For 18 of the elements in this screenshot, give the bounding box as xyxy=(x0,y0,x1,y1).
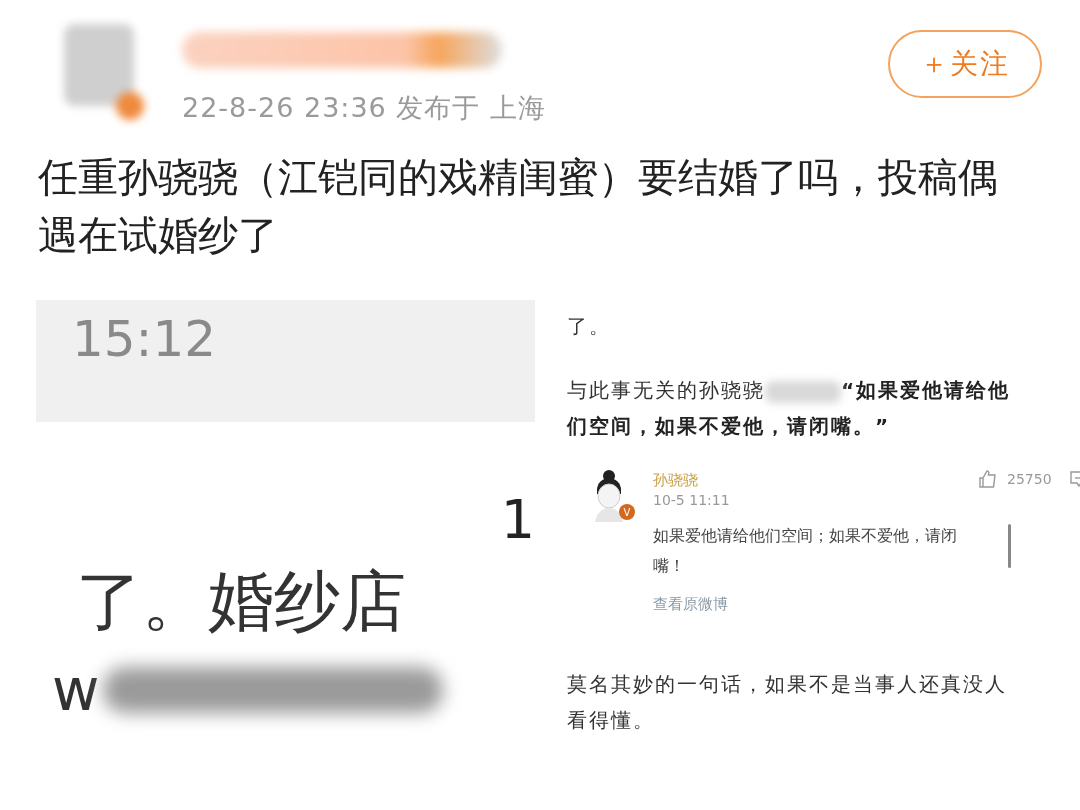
thumbs-up-icon[interactable] xyxy=(979,470,997,488)
paragraph: 莫名其妙的一句话，如果不是当事人还真没人看得懂。 xyxy=(567,671,1008,734)
follow-button[interactable]: ＋关注 xyxy=(888,30,1042,98)
like-count: 25750 xyxy=(1007,471,1052,487)
letter-text: w xyxy=(52,660,100,720)
digit-text: 1 xyxy=(500,490,535,550)
comment-time: 10-5 11:11 xyxy=(653,492,730,508)
post-time: 22-8-26 23:36 发布于 上海 xyxy=(182,91,547,125)
verified-badge: V xyxy=(619,504,635,520)
comment-text: 如果爱他请给他们空间；如果不爱他，请闭嘴！ xyxy=(653,525,958,577)
text-fragment: 了。婚纱店 xyxy=(76,562,407,642)
scrollbar[interactable] xyxy=(1008,524,1011,568)
clock: 15:12 xyxy=(72,310,217,368)
post-text: 任重孙骁骁（江铠同的戏精闺蜜）要结婚了吗，投稿偶遇在试婚纱了 xyxy=(38,153,999,260)
paragraph: 与此事无关的孙骁骁 “如果爱他请给他们空间，如果不爱他，请闭嘴。” xyxy=(567,377,1012,440)
paragraph: 了。 xyxy=(567,313,612,340)
view-original-link[interactable]: 查看原微博 xyxy=(653,595,728,614)
user-name[interactable]: 孙骁骁 xyxy=(653,471,698,489)
